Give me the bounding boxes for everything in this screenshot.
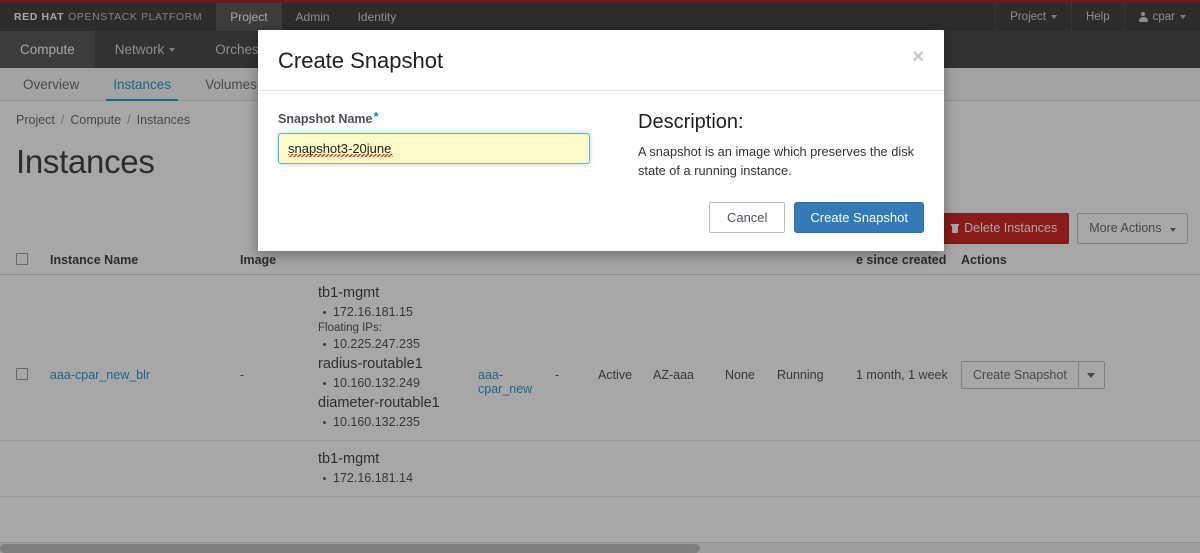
dialog-description-column: Description: A snapshot is an image whic… bbox=[638, 109, 924, 180]
dialog-header: Create Snapshot × bbox=[258, 30, 944, 91]
required-asterisk: * bbox=[373, 109, 378, 124]
dialog-title: Create Snapshot bbox=[278, 48, 443, 74]
dialog-footer: Cancel Create Snapshot bbox=[258, 186, 944, 251]
create-snapshot-button[interactable]: Create Snapshot bbox=[794, 202, 924, 233]
create-snapshot-dialog: Create Snapshot × Snapshot Name* Descrip… bbox=[258, 30, 944, 251]
dialog-body: Snapshot Name* Description: A snapshot i… bbox=[258, 91, 944, 186]
snapshot-name-label: Snapshot Name* bbox=[278, 109, 608, 126]
application-window: RED HAT OPENSTACK PLATFORM Project Admin… bbox=[0, 0, 1200, 553]
close-icon[interactable]: × bbox=[912, 48, 924, 66]
snapshot-name-input[interactable] bbox=[278, 133, 590, 164]
description-text: A snapshot is an image which preserves t… bbox=[638, 143, 924, 180]
dialog-form-column: Snapshot Name* bbox=[278, 109, 608, 180]
snapshot-name-label-text: Snapshot Name bbox=[278, 112, 372, 126]
description-heading: Description: bbox=[638, 111, 924, 134]
cancel-button[interactable]: Cancel bbox=[709, 202, 785, 233]
snapshot-name-input-wrapper bbox=[278, 133, 590, 164]
